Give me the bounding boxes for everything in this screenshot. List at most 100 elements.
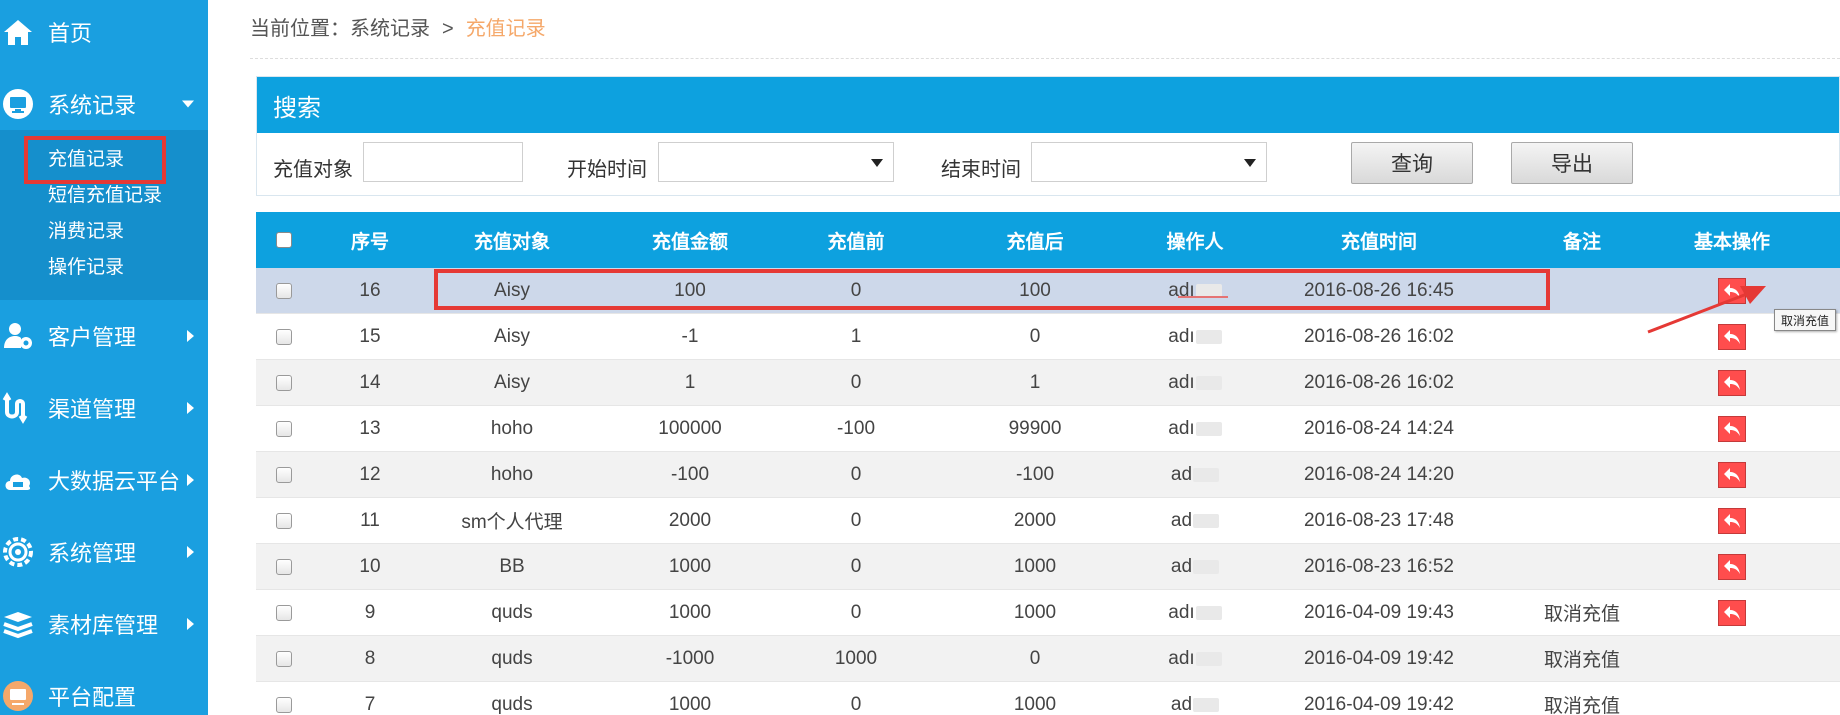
column-header[interactable]: 充值后 — [928, 212, 1142, 268]
cell-before: 0 — [850, 693, 862, 715]
cancel-recharge-button[interactable] — [1718, 507, 1746, 534]
cell-time: 2016-04-09 19:42 — [1303, 693, 1454, 715]
cell-id: 8 — [364, 647, 376, 669]
cell-target: Aisy — [494, 371, 530, 393]
cell-operator: adı — [1142, 636, 1248, 681]
nav-label: 渠道管理 — [48, 397, 137, 422]
row-checkbox[interactable] — [276, 512, 292, 529]
column-header[interactable]: 备注 — [1510, 212, 1654, 268]
subnav-item-consumption[interactable]: 消费记录 — [48, 216, 124, 243]
row-checkbox[interactable] — [276, 420, 292, 437]
table-row[interactable]: 7 quds 1000 0 1000 ad 2016-04-09 19:42 取消充值 — [256, 682, 1840, 715]
breadcrumb-path[interactable]: 当前位置：系统记录 — [250, 18, 430, 40]
column-header[interactable]: 充值前 — [784, 212, 928, 268]
cell-note: 取消充值 — [1543, 650, 1620, 671]
breadcrumb: 当前位置：系统记录 > 充值记录 — [250, 12, 546, 41]
cell-before: 1000 — [834, 647, 878, 669]
nav-item-platform-config[interactable]: 平台配置 — [0, 668, 208, 715]
cell-after: 1 — [1029, 371, 1041, 393]
table-row[interactable]: 10 BB 1000 0 1000 ad 2016-08-23 16:52 — [256, 544, 1840, 590]
nav-item-system-admin[interactable]: 系统管理 — [0, 524, 208, 580]
nav-item-system-records[interactable]: 系统记录 — [0, 76, 208, 132]
subnav-item-operation[interactable]: 操作记录 — [48, 252, 124, 279]
cell-note: 取消充值 — [1543, 696, 1620, 715]
start-time-select[interactable] — [658, 142, 894, 182]
table-row[interactable]: 14 Aisy 1 0 1 adı 2016-08-26 16:02 — [256, 360, 1840, 406]
cell-after: 1000 — [1013, 555, 1057, 577]
nav-item-customers[interactable]: 客户管理 — [0, 308, 208, 364]
column-header[interactable]: 充值金额 — [596, 212, 784, 268]
cell-before: 0 — [850, 371, 862, 393]
column-header[interactable]: 序号 — [312, 212, 428, 268]
row-checkbox[interactable] — [276, 282, 292, 299]
cell-note — [1510, 498, 1654, 543]
cell-before: 0 — [850, 555, 862, 577]
cancel-recharge-button[interactable] — [1718, 461, 1746, 488]
row-checkbox[interactable] — [276, 558, 292, 575]
table-row[interactable]: 8 quds -1000 1000 0 adı 2016-04-09 19:42 取消充值 — [256, 636, 1840, 682]
query-button[interactable]: 查询 — [1351, 142, 1473, 184]
cell-after: 2000 — [1013, 509, 1057, 531]
cell-id: 7 — [364, 693, 376, 715]
cancel-recharge-button[interactable] — [1718, 369, 1746, 396]
subnav-item-sms-recharge[interactable]: 短信充值记录 — [48, 180, 162, 207]
target-label: 充值对象 — [273, 159, 353, 181]
redaction-mask — [1195, 375, 1222, 390]
row-checkbox[interactable] — [276, 328, 292, 345]
page: 首页 系统记录 充值记录 短信充值记录 消费记录 操作记录 客户管理 渠道管理 … — [0, 0, 1840, 715]
table-row[interactable]: 9 quds 1000 0 1000 adı 2016-04-09 19:43 取消充值 — [256, 590, 1840, 636]
cell-note — [1510, 314, 1654, 359]
cell-before: 0 — [850, 509, 862, 531]
row-checkbox[interactable] — [276, 650, 292, 667]
cell-before: -100 — [836, 417, 876, 439]
cancel-recharge-button[interactable] — [1718, 415, 1746, 442]
table-row[interactable]: 11 sm个人代理 2000 0 2000 ad 2016-08-23 17:48 — [256, 498, 1840, 544]
cell-target: quds — [491, 647, 533, 669]
user-gear-icon — [4, 323, 32, 349]
row-checkbox[interactable] — [276, 374, 292, 391]
chevron-right-icon — [187, 330, 194, 342]
chevron-right-icon — [187, 402, 194, 414]
cell-id: 15 — [359, 325, 381, 347]
cell-time: 2016-08-26 16:02 — [1303, 325, 1454, 347]
target-input[interactable] — [363, 142, 523, 182]
row-select-cell — [256, 498, 312, 543]
table-row[interactable]: 13 hoho 100000 -100 99900 adı 2016-08-24 14:24 — [256, 406, 1840, 452]
row-select-cell — [256, 682, 312, 715]
home-icon — [4, 20, 32, 45]
end-time-label: 结束时间 — [941, 159, 1021, 181]
row-checkbox[interactable] — [276, 466, 292, 483]
cell-note — [1510, 544, 1654, 589]
undo-icon — [1724, 375, 1740, 390]
nav-item-home[interactable]: 首页 — [0, 4, 208, 60]
cell-note — [1510, 360, 1654, 405]
cancel-recharge-button[interactable] — [1718, 599, 1746, 626]
nav-label: 系统记录 — [48, 93, 137, 118]
cell-target: Aisy — [494, 325, 530, 347]
channel-icon — [2, 392, 28, 424]
cell-after: 99900 — [1008, 417, 1062, 439]
cell-time: 2016-04-09 19:43 — [1303, 601, 1454, 623]
nav-item-bigdata[interactable]: 大数据云平台 — [0, 452, 208, 508]
column-header[interactable]: 充值对象 — [428, 212, 596, 268]
nav-item-materials[interactable]: 素材库管理 — [0, 596, 208, 652]
table-row[interactable]: 12 hoho -100 0 -100 ad 2016-08-24 14:20 — [256, 452, 1840, 498]
column-header[interactable]: 充值时间 — [1248, 212, 1510, 268]
redaction-mask — [1193, 697, 1220, 712]
chevron-right-icon — [187, 618, 194, 630]
cell-operator: ad — [1142, 452, 1248, 497]
table-row[interactable]: 15 Aisy -1 1 0 adı 2016-08-26 16:02 — [256, 314, 1840, 360]
column-header[interactable]: 基本操作 — [1654, 212, 1810, 268]
cell-time: 2016-08-24 14:20 — [1303, 463, 1454, 485]
row-checkbox[interactable] — [276, 696, 292, 713]
select-all-checkbox[interactable] — [276, 232, 292, 248]
undo-icon — [1724, 605, 1740, 620]
row-checkbox[interactable] — [276, 604, 292, 621]
cell-after: 0 — [1029, 325, 1041, 347]
nav-item-channels[interactable]: 渠道管理 — [0, 380, 208, 436]
export-button[interactable]: 导出 — [1511, 142, 1633, 184]
breadcrumb-current: 充值记录 — [465, 18, 546, 40]
cancel-recharge-button[interactable] — [1718, 553, 1746, 580]
column-header[interactable]: 操作人 — [1142, 212, 1248, 268]
end-time-select[interactable] — [1031, 142, 1267, 182]
